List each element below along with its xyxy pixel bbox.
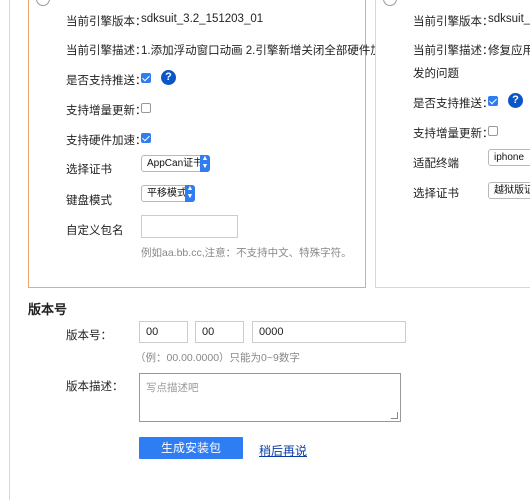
alt-push-label: 是否支持推送： bbox=[413, 98, 494, 110]
engine-desc-label: 当前引擎描述： bbox=[66, 45, 147, 57]
package-name-hint: 例如aa.bb.cc,注意：不支持中文、特殊字符。 bbox=[141, 247, 352, 259]
engine-version-value: sdksuit_3.2_151203_01 bbox=[141, 13, 264, 25]
alt-help-icon[interactable]: ? bbox=[508, 93, 523, 108]
alt-engine-desc-value-cont: 发的问题 bbox=[413, 68, 459, 80]
alt-engine-version-label: 当前引擎版本： bbox=[413, 16, 494, 28]
version-major-input[interactable]: 00 bbox=[139, 321, 188, 343]
engine-version-label: 当前引擎版本： bbox=[66, 16, 147, 28]
terminal-select-value: iphone bbox=[494, 152, 525, 163]
incremental-update-label: 支持增量更新： bbox=[66, 105, 147, 117]
terminal-label: 适配终端 bbox=[413, 158, 459, 170]
later-link[interactable]: 稍后再说 bbox=[259, 442, 307, 459]
version-minor-input[interactable]: 00 bbox=[195, 321, 244, 343]
package-name-input[interactable] bbox=[141, 215, 238, 238]
keyboard-mode-select[interactable]: 平移模式 ▲ ▼ bbox=[141, 185, 195, 202]
cert-select[interactable]: AppCan证书 ▲ ▼ bbox=[141, 155, 210, 172]
alt-cert-select-value: 越狱版证书 bbox=[494, 185, 530, 196]
push-label: 是否支持推送： bbox=[66, 75, 147, 87]
version-desc-textarea[interactable]: 写点描述吧 bbox=[139, 373, 401, 422]
select-arrows-icon: ▲ ▼ bbox=[185, 185, 195, 202]
keyboard-mode-value: 平移模式 bbox=[147, 188, 187, 199]
version-section-title: 版本号 bbox=[28, 302, 68, 317]
version-label: 版本号： bbox=[66, 330, 112, 342]
page-left-border bbox=[9, 0, 10, 500]
terminal-select[interactable]: iphone bbox=[488, 149, 530, 166]
alt-cert-select[interactable]: 越狱版证书 bbox=[488, 182, 530, 199]
help-icon[interactable]: ? bbox=[161, 70, 176, 85]
alt-engine-desc-value: 修复应用退 bbox=[488, 45, 530, 57]
generate-package-button[interactable]: 生成安装包 bbox=[139, 437, 243, 459]
alt-incremental-update-label: 支持增量更新： bbox=[413, 128, 494, 140]
incremental-update-checkbox[interactable] bbox=[141, 103, 151, 113]
hw-accel-checkbox[interactable] bbox=[141, 133, 151, 143]
select-arrows-icon: ▲ ▼ bbox=[200, 155, 210, 172]
alt-engine-version-value: sdksuit_3.2 bbox=[488, 13, 530, 25]
version-hint: （例：00.00.0000）只能为0~9数字 bbox=[135, 352, 300, 364]
version-desc-label: 版本描述： bbox=[66, 381, 124, 393]
package-name-label: 自定义包名 bbox=[66, 225, 124, 237]
resize-handle-icon[interactable] bbox=[391, 412, 398, 419]
keyboard-mode-label: 键盘模式 bbox=[66, 195, 112, 207]
version-desc-placeholder: 写点描述吧 bbox=[146, 382, 199, 394]
alt-incremental-update-checkbox[interactable] bbox=[488, 126, 498, 136]
alt-push-checkbox[interactable] bbox=[488, 96, 498, 106]
hw-accel-label: 支持硬件加速： bbox=[66, 135, 147, 147]
cert-label: 选择证书 bbox=[66, 164, 112, 176]
alt-engine-desc-label: 当前引擎描述： bbox=[413, 45, 494, 57]
cert-select-value: AppCan证书 bbox=[147, 158, 204, 169]
push-checkbox[interactable] bbox=[141, 73, 151, 83]
version-build-input[interactable]: 0000 bbox=[252, 321, 406, 343]
alt-cert-label: 选择证书 bbox=[413, 188, 459, 200]
